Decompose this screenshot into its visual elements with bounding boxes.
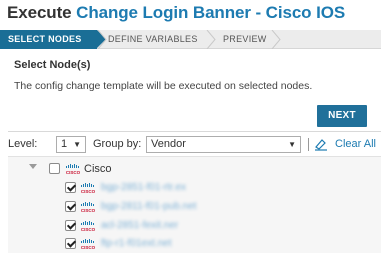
- chevron-separator-icon: [206, 30, 216, 49]
- cisco-logo-icon: CISCO: [81, 239, 96, 250]
- wizard-step-preview[interactable]: PREVIEW: [223, 30, 267, 49]
- tree-toolbar: Level: 1 ▼ Group by: Vendor ▼ Clear All: [0, 135, 381, 154]
- page-title-prefix: Execute: [7, 3, 72, 22]
- node-checkbox[interactable]: [65, 201, 76, 212]
- wizard-steps: SELECT NODES DEFINE VARIABLES PREVIEW: [0, 30, 381, 49]
- node-checkbox[interactable]: [65, 182, 76, 193]
- page-title: Execute Change Login Banner - Cisco IOS: [7, 3, 345, 23]
- node-label[interactable]: bgp-2811-f01-pub.net: [101, 201, 196, 212]
- clear-all-link[interactable]: Clear All: [335, 138, 376, 150]
- node-label[interactable]: ftp-r1-f01ext.net: [101, 238, 172, 249]
- tree-group-label[interactable]: Cisco: [84, 163, 112, 175]
- level-label: Level:: [8, 138, 38, 150]
- dropdown-arrow-icon: ▼: [73, 140, 81, 149]
- group-by-label: Group by:: [93, 138, 142, 150]
- section-title: Select Node(s): [14, 59, 91, 71]
- chevron-separator-icon: [97, 30, 107, 49]
- svg-text:CISCO: CISCO: [81, 208, 96, 213]
- wizard-step-define-variables[interactable]: DEFINE VARIABLES: [108, 30, 198, 49]
- eraser-icon[interactable]: [314, 137, 328, 151]
- cisco-logo-icon: CISCO: [66, 164, 81, 175]
- chevron-separator-icon: [271, 30, 281, 49]
- expand-toggle-icon[interactable]: [29, 164, 37, 169]
- wizard-step-select-nodes[interactable]: SELECT NODES: [0, 30, 106, 49]
- group-by-select[interactable]: Vendor ▼: [146, 136, 301, 153]
- node-checkbox[interactable]: [65, 220, 76, 231]
- next-button[interactable]: NEXT: [317, 105, 367, 127]
- cisco-logo-icon: CISCO: [81, 221, 96, 232]
- node-checkbox[interactable]: [65, 238, 76, 249]
- section-description: The config change template will be execu…: [14, 80, 313, 92]
- level-select[interactable]: 1 ▼: [56, 136, 86, 153]
- node-label[interactable]: acl-2851-fexit.ner: [101, 220, 178, 231]
- toolbar-separator: [308, 138, 309, 151]
- page-title-template: Change Login Banner - Cisco IOS: [76, 3, 346, 22]
- level-select-value: 1: [61, 138, 68, 150]
- node-label[interactable]: bgp-2851-f01-rtr.ex: [101, 182, 186, 193]
- svg-text:CISCO: CISCO: [81, 227, 96, 232]
- group-checkbox-cisco[interactable]: [49, 163, 60, 174]
- dropdown-arrow-icon: ▼: [288, 140, 296, 149]
- group-by-select-value: Vendor: [151, 138, 186, 150]
- cisco-logo-icon: CISCO: [81, 202, 96, 213]
- cisco-logo-icon: CISCO: [81, 183, 96, 194]
- svg-text:CISCO: CISCO: [66, 170, 81, 175]
- svg-text:CISCO: CISCO: [81, 245, 96, 250]
- divider: [8, 131, 381, 132]
- svg-text:CISCO: CISCO: [81, 189, 96, 194]
